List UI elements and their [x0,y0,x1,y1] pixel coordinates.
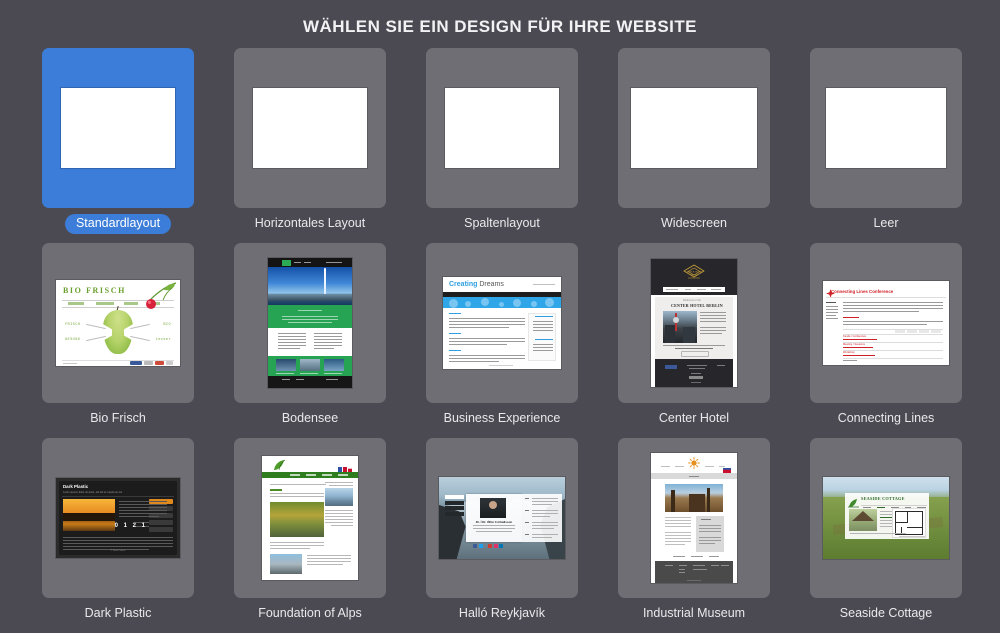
dark-plastic-heading: Dark Plastic [63,484,89,489]
template-thumbnail-leer[interactable] [810,48,962,208]
template-tile-bio-frisch[interactable]: BIO FRISCH FRISCH GESUND BIO Lecker Bio … [42,243,194,438]
hotel-heading: CENTER HOTEL BERLIN [671,303,723,308]
template-tile-industrial-museum[interactable]: Industrial Museum [618,438,770,633]
template-thumbnail-widescreen[interactable] [618,48,770,208]
preview-hallo-reykjavik: Dr. Í Dr. Ólfur Þórhallsson [439,477,565,559]
template-thumbnail-foundation-of-alps[interactable] [234,438,386,598]
preview-center-hotel: CENTER HOTEL BERLIN Welcome to the CENTE… [651,259,737,387]
hotel-emblem-icon: CENTER HOTEL BERLIN [682,264,706,284]
template-tile-widescreen[interactable]: Widescreen [618,48,770,243]
template-label-seaside-cottage: Seaside Cottage [839,606,933,620]
bubble-banner [443,297,561,308]
template-thumbnail-center-hotel[interactable]: CENTER HOTEL BERLIN Welcome to the CENTE… [618,243,770,403]
hallo-person-name: Dr. Í Dr. Ólfur Þórhallsson [475,520,513,524]
dark-plastic-counter: 0 1 2 1 [114,523,147,529]
cottage-photo [849,509,877,531]
template-tile-leer[interactable]: Leer [810,48,962,243]
bio-site-title: BIO FRISCH [63,286,126,295]
bio-label-gesund: GESUND [65,338,81,342]
template-label-foundation-of-alps: Foundation of Alps [258,606,362,620]
template-tile-standardlayout[interactable]: Standardlayout [42,48,194,243]
svg-text:CENTER HOTEL: CENTER HOTEL [685,271,703,273]
template-thumbnail-bio-frisch[interactable]: BIO FRISCH FRISCH GESUND BIO Lecker [42,243,194,403]
template-label-spaltenlayout: Spaltenlayout [464,216,540,230]
wireframe-columns [445,88,559,168]
template-label-leer: Leer [873,216,899,230]
preview-bio-frisch: BIO FRISCH FRISCH GESUND BIO Lecker [56,280,180,366]
hotel-eyebrow: Welcome to the [683,299,701,302]
cottage-logo-icon [848,495,859,508]
template-tile-connecting-lines[interactable]: Connecting Lines Conference Kunde / Conf… [810,243,962,438]
language-flag-icon[interactable] [723,460,731,473]
template-thumbnail-business-experience[interactable]: Creating Dreams [426,243,578,403]
connecting-lines-heading: Connecting Lines Conference [831,289,894,294]
hallo-left-nav[interactable] [445,495,464,517]
template-tile-dark-plastic[interactable]: Dark Plastic Lorem ipsum dolor sit amet,… [42,438,194,633]
template-label-center-hotel: Center Hotel [658,411,730,425]
bio-label-frisch: FRISCH [65,323,81,327]
template-grid: Standardlayout Horizontales Layout Spalt… [42,48,962,633]
template-thumbnail-hallo-reykjavik[interactable]: Dr. Í Dr. Ólfur Þórhallsson [426,438,578,598]
template-label-bodensee: Bodensee [281,411,339,425]
template-label-hallo-reykjavik: Halló Reykjavík [458,606,546,620]
template-thumbnail-spaltenlayout[interactable] [426,48,578,208]
template-label-standardlayout: Standardlayout [42,213,194,234]
industrial-photo [665,484,723,512]
template-label-connecting-lines: Connecting Lines [837,411,935,425]
template-label-industrial-museum: Industrial Museum [642,606,746,620]
cherry-illustration [142,282,178,312]
preview-industrial-museum [651,453,737,583]
social-icons[interactable] [473,535,505,553]
template-tile-business-experience[interactable]: Creating Dreams Business Experience [426,243,578,438]
sun-logo-icon [688,456,700,469]
template-tile-center-hotel[interactable]: CENTER HOTEL BERLIN Welcome to the CENTE… [618,243,770,438]
template-tile-spaltenlayout[interactable]: Spaltenlayout [426,48,578,243]
business-brand: Creating Dreams [449,281,504,288]
sunset-photo [63,499,115,531]
dark-plastic-subheading: Lorem ipsum dolor sit amet, elit elit ut… [63,491,123,494]
preview-connecting-lines: Connecting Lines Conference Kunde / Conf… [823,281,949,365]
template-tile-horizontales-layout[interactable]: Horizontales Layout [234,48,386,243]
preview-seaside-cottage: SEASIDE COTTAGE [823,477,949,559]
design-chooser-page: WÄHLEN SIE EIN DESIGN FÜR IHRE WEBSITE S… [0,0,1000,628]
template-label-widescreen: Widescreen [661,216,727,230]
wireframe-widescreen [631,88,757,168]
template-thumbnail-horizontales-layout[interactable] [234,48,386,208]
leaf-logo-icon [272,458,286,471]
bio-label-lecker: Lecker [155,338,171,342]
template-tile-foundation-of-alps[interactable]: Foundation of Alps [234,438,386,633]
preview-foundation-of-alps [262,456,358,580]
template-label-business-experience: Business Experience [443,411,561,425]
template-thumbnail-standardlayout[interactable] [42,48,194,208]
template-tile-hallo-reykjavik[interactable]: Dr. Í Dr. Ólfur Þórhallsson Halló Reykja… [426,438,578,633]
template-tile-seaside-cottage[interactable]: SEASIDE COTTAGE Seaside Cottage [810,438,962,633]
wireframe-standardlayout [61,88,175,168]
template-thumbnail-bodensee[interactable] [234,243,386,403]
template-thumbnail-dark-plastic[interactable]: Dark Plastic Lorem ipsum dolor sit amet,… [42,438,194,598]
wireframe-blank [826,88,946,168]
template-tile-bodensee[interactable]: Bodensee [234,243,386,438]
preview-dark-plastic: Dark Plastic Lorem ipsum dolor sit amet,… [56,478,180,558]
svg-text:BERLIN: BERLIN [691,275,698,277]
template-thumbnail-connecting-lines[interactable]: Connecting Lines Conference Kunde / Conf… [810,243,962,403]
bio-label-bio: BIO [163,323,171,327]
preview-bodensee [268,258,352,388]
template-thumbnail-seaside-cottage[interactable]: SEASIDE COTTAGE [810,438,962,598]
preview-business-experience: Creating Dreams [443,277,561,369]
page-title: WÄHLEN SIE EIN DESIGN FÜR IHRE WEBSITE [303,17,697,36]
hotel-photo [663,311,697,343]
template-label-horizontales-layout: Horizontales Layout [254,216,366,230]
seaside-heading: SEASIDE COTTAGE [861,496,905,501]
template-label-dark-plastic: Dark Plastic [84,606,152,620]
portrait-photo [480,498,506,518]
template-label-bio-frisch: Bio Frisch [90,411,146,425]
template-thumbnail-industrial-museum[interactable] [618,438,770,598]
wireframe-horizontal [253,88,367,168]
